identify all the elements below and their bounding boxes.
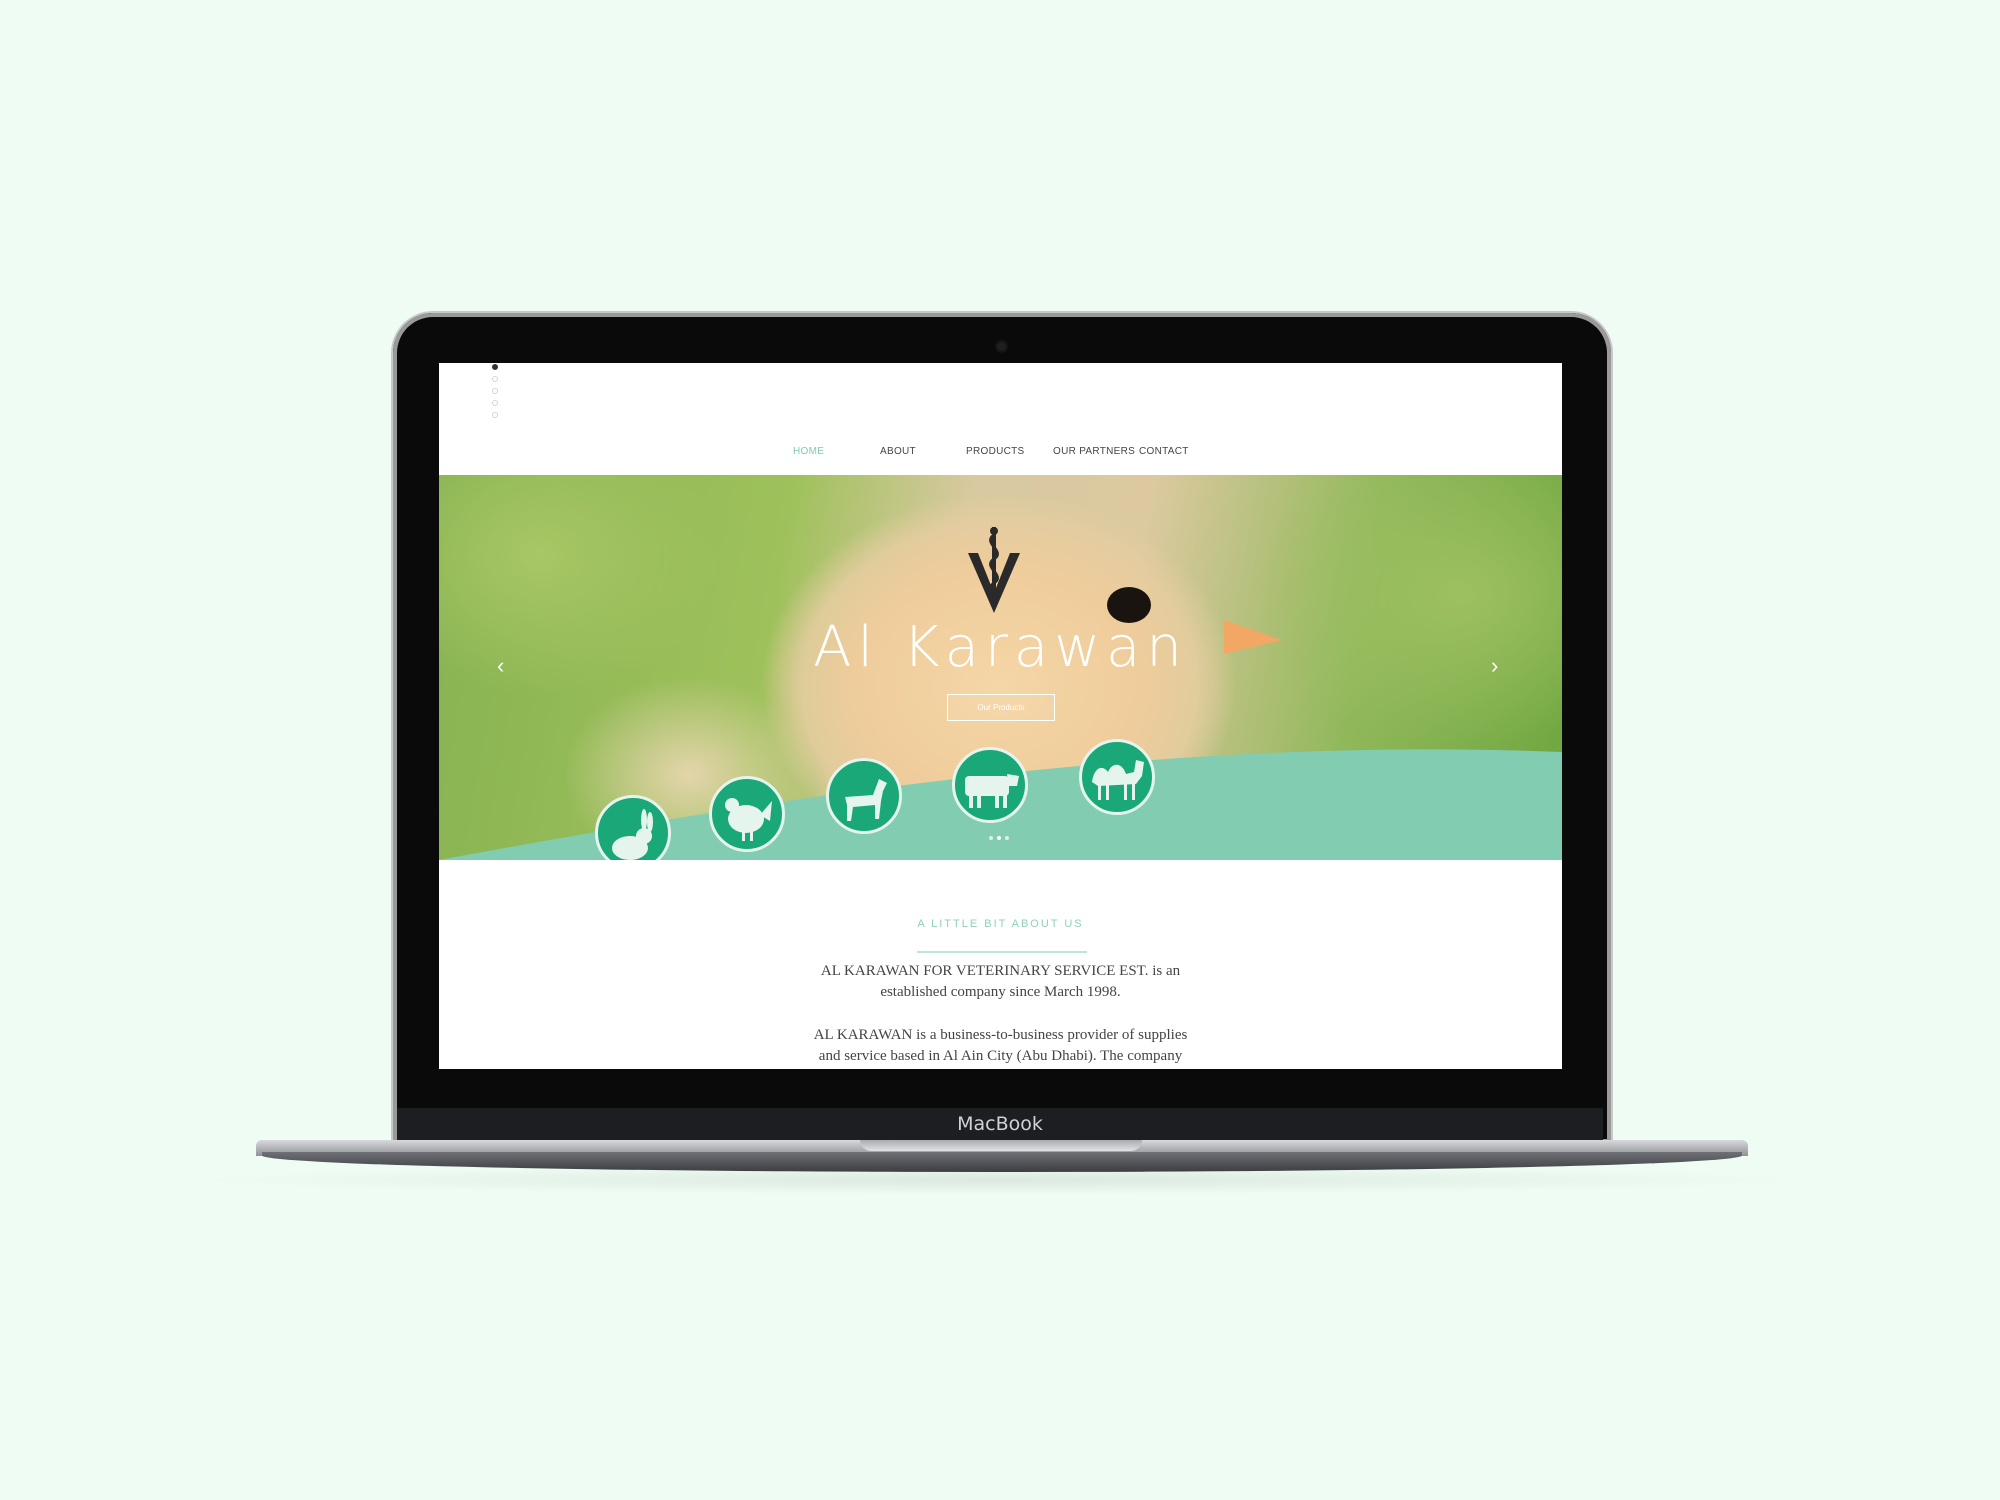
nav-item-products[interactable]: PRODUCTS xyxy=(966,446,1025,457)
section-dot[interactable] xyxy=(492,388,498,394)
page-section-dots xyxy=(492,364,502,424)
device-brand-label: MacBook xyxy=(957,1113,1043,1135)
camel-icon[interactable] xyxy=(1079,739,1155,815)
nav-item-home[interactable]: HOME xyxy=(793,446,824,457)
about-section-heading: A LITTLE BIT ABOUT US xyxy=(917,918,1084,930)
section-divider xyxy=(917,951,1087,953)
slider-dot[interactable] xyxy=(997,836,1001,840)
nav-item-contact[interactable]: CONTACT xyxy=(1139,446,1189,457)
section-dot[interactable] xyxy=(492,412,498,418)
section-dot[interactable] xyxy=(492,364,498,370)
camera-icon xyxy=(997,342,1006,351)
about-text-line: and service based in Al Ain City (Abu Dh… xyxy=(818,1048,1183,1064)
section-dot[interactable] xyxy=(492,376,498,382)
about-text-line: AL KARAWAN FOR VETERINARY SERVICE EST. i… xyxy=(820,963,1181,979)
slider-dot[interactable] xyxy=(1005,836,1009,840)
nav-item-about[interactable]: ABOUT xyxy=(880,446,916,457)
main-nav: HOME ABOUT PRODUCTS OUR PARTNERS CONTACT xyxy=(439,446,1562,466)
laptop-mockup: MacBook HOME ABOUT PRODUCTS OUR PARTNERS… xyxy=(0,0,2000,1500)
horse-icon[interactable] xyxy=(826,758,902,834)
laptop-notch xyxy=(860,1140,1142,1151)
cow-icon[interactable] xyxy=(952,747,1028,823)
website-screen: HOME ABOUT PRODUCTS OUR PARTNERS CONTACT… xyxy=(439,363,1562,1069)
slider-dots xyxy=(987,827,1011,845)
nav-item-our-partners[interactable]: OUR PARTNERS xyxy=(1053,446,1135,457)
slider-dot[interactable] xyxy=(989,836,993,840)
about-text-line: AL KARAWAN is a business-to-business pro… xyxy=(813,1027,1188,1043)
section-dot[interactable] xyxy=(492,400,498,406)
about-text-line: established company since March 1998. xyxy=(880,984,1121,1000)
hero-slider: Al Karawan Our Products ‹ › xyxy=(439,475,1562,860)
chicken-icon[interactable] xyxy=(709,776,785,852)
